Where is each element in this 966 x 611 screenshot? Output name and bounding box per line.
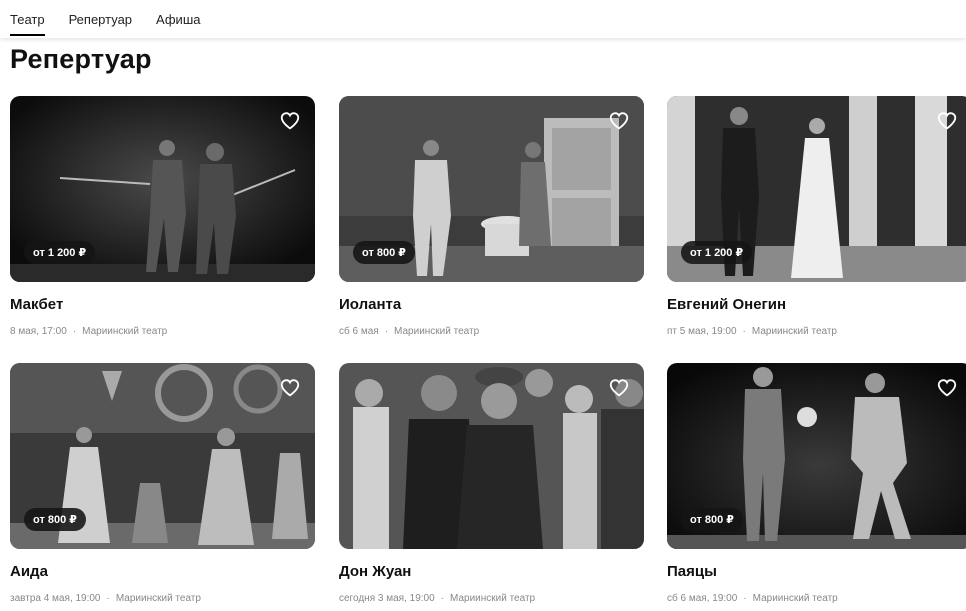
show-venue: Мариинский театр [394,326,480,337]
meta-separator: · [743,593,747,604]
meta-separator: · [440,593,444,604]
heart-outline-icon[interactable] [936,110,958,132]
show-card[interactable]: от 1 200 ₽ Евгений Онегин пт 5 мая, 19:0… [667,96,966,344]
tab-theatre[interactable]: Театр [10,12,45,36]
show-image[interactable]: от 800 ₽ [10,363,315,549]
show-image[interactable]: от 800 ₽ [667,363,966,549]
meta-separator: · [742,326,746,337]
meta-separator: · [384,326,389,337]
show-card[interactable]: от 800 ₽ Иоланта сб 6 мая · Мариинский теа… [339,96,644,344]
heart-outline-icon[interactable] [279,377,301,399]
show-meta: пт 5 мая, 19:00 · Мариинский театр [667,326,837,337]
show-venue: Мариинский театр [82,326,168,337]
show-date: пт 5 мая, 19:00 [667,326,737,337]
show-image[interactable]: от 1 200 ₽ [10,96,315,282]
show-card[interactable]: от 800 ₽ Аида завтра 4 мая, 19:00 · Мариин… [10,363,315,611]
show-title[interactable]: Дон Жуан [339,563,411,580]
show-date: сб 6 мая, 19:00 [667,593,738,604]
show-venue: Мариинский театр [450,593,536,604]
heart-outline-icon[interactable] [936,377,958,399]
show-date: сб 6 мая [339,326,379,337]
show-date: 8 мая, 17:00 [10,326,67,337]
show-venue: Мариинский театр [115,593,201,604]
show-title[interactable]: Макбет [10,296,63,313]
show-image[interactable] [339,363,644,549]
show-meta: сб 6 мая · Мариинский театр [339,326,479,337]
show-date: сегодня 3 мая, 19:00 [339,593,435,604]
show-meta: 8 мая, 17:00 · Мариинский театр [10,326,167,337]
meta-separator: · [106,593,110,604]
show-card[interactable]: Дон Жуан сегодня 3 мая, 19:00 · Мариинский… [339,363,644,611]
tab-playbill[interactable]: Афиша [156,12,200,36]
show-title[interactable]: Аида [10,563,48,580]
tab-repertoire[interactable]: Репертуар [69,12,132,36]
page-title: Репертуар [10,44,152,74]
meta-separator: · [72,326,77,337]
show-card[interactable]: от 1 200 ₽ Макбет 8 мая, 17:00 · Мариински… [10,96,315,344]
show-title[interactable]: Паяцы [667,563,717,580]
top-navigation-bar: Театр Репертуар Афиша [0,0,966,38]
show-image[interactable]: от 800 ₽ [339,96,644,282]
price-badge: от 800 ₽ [681,508,743,531]
show-image[interactable]: от 1 200 ₽ [667,96,966,282]
price-badge: от 800 ₽ [353,241,415,264]
show-meta: сб 6 мая, 19:00 · Мариинский театр [667,593,838,604]
nav-tabs: Театр Репертуар Афиша [10,12,224,36]
heart-outline-icon[interactable] [608,110,630,132]
price-badge: от 1 200 ₽ [24,241,96,264]
heart-outline-icon[interactable] [279,110,301,132]
show-venue: Мариинский театр [752,593,838,604]
heart-outline-icon[interactable] [608,377,630,399]
show-title[interactable]: Иоланта [339,296,401,313]
repertoire-grid: от 1 200 ₽ Макбет 8 мая, 17:00 · Мариински… [10,96,966,605]
show-date: завтра 4 мая, 19:00 [10,593,101,604]
show-meta: сегодня 3 мая, 19:00 · Мариинский театр [339,593,535,604]
show-meta: завтра 4 мая, 19:00 · Мариинский театр [10,593,201,604]
price-badge: от 1 200 ₽ [681,241,753,264]
show-venue: Мариинский театр [751,326,837,337]
show-card[interactable]: от 800 ₽ Паяцы сб 6 мая, 19:00 · Мариински… [667,363,966,611]
price-badge: от 800 ₽ [24,508,86,531]
show-title[interactable]: Евгений Онегин [667,296,786,313]
